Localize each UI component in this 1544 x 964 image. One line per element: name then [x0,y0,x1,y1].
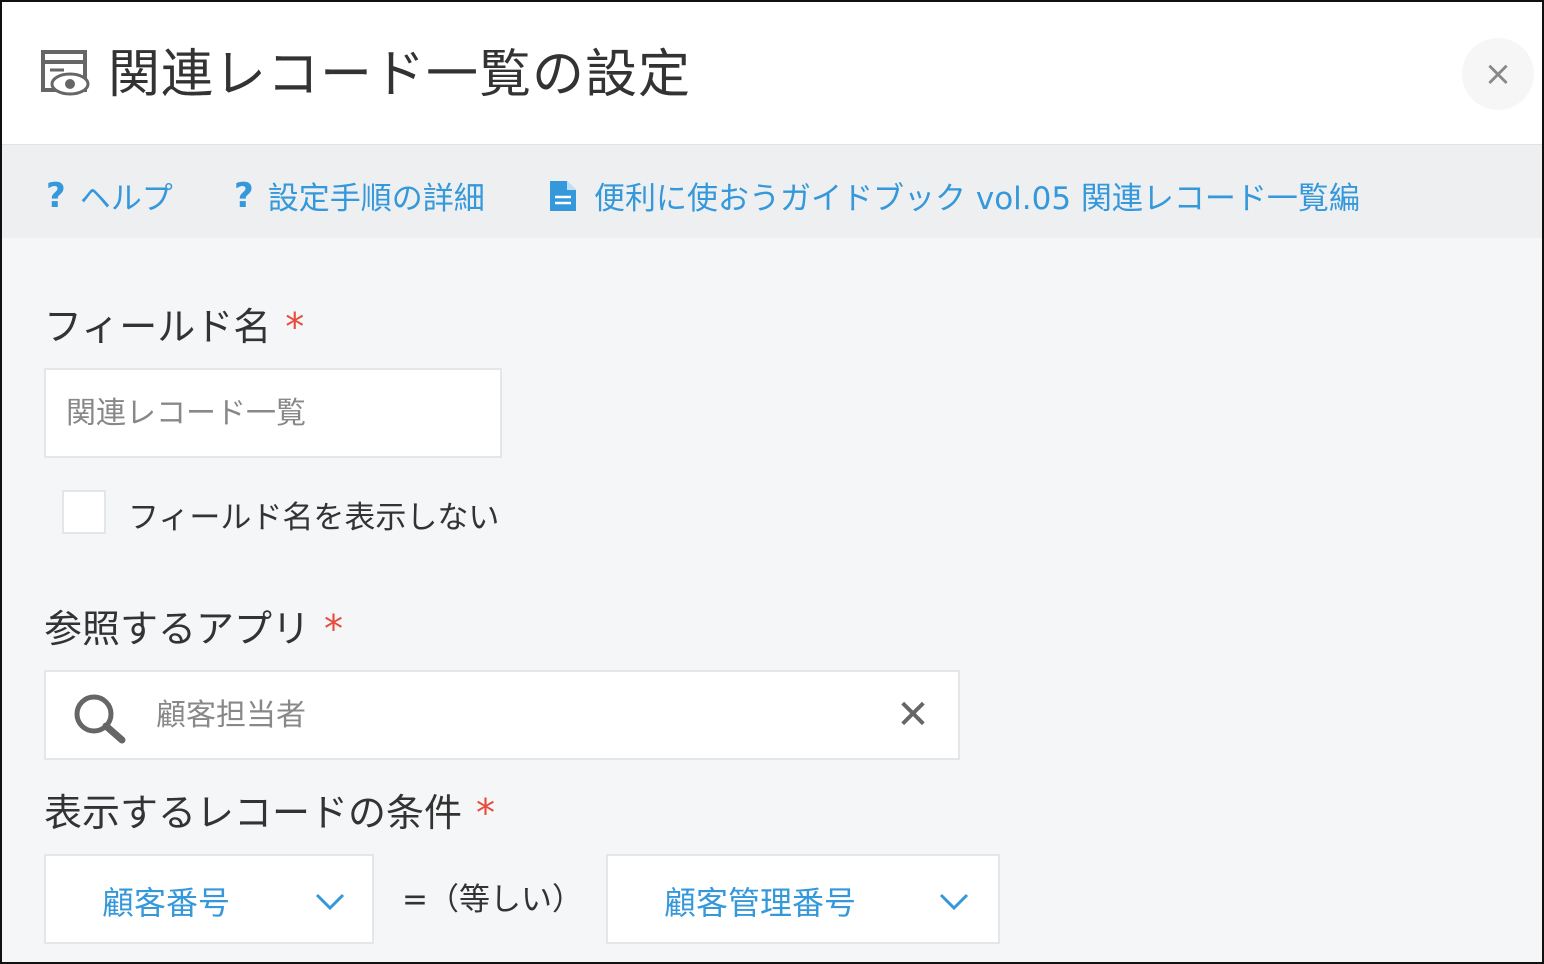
required-mark: * [285,305,305,349]
field-name-input[interactable] [46,370,500,456]
condition-operator: =（等しい） [402,882,583,918]
dialog-header: 関連レコード一覧の設定 × [2,2,1542,145]
help-link[interactable]: ? ヘルプ [46,173,173,218]
condition-label-text: 表示するレコードの条件 [44,791,463,835]
guidebook-link[interactable]: 便利に使おうガイドブック vol.05 関連レコード一覧編 [548,173,1360,218]
chevron-down-icon [315,893,345,911]
field-name-label: フィールド名 * [44,296,304,351]
clear-icon[interactable]: ✕ [896,690,930,740]
hide-field-name-checkbox[interactable] [62,490,106,534]
field-name-label-text: フィールド名 [44,305,272,349]
app-search-input[interactable] [46,672,958,758]
required-mark: * [476,791,496,835]
condition-label: 表示するレコードの条件 * [44,782,495,837]
required-mark: * [324,607,344,651]
question-icon: ? [46,175,66,216]
related-field-select[interactable]: 顧客管理番号 [606,854,1000,944]
document-icon [550,180,576,211]
app-label-text: 参照するアプリ [44,607,311,651]
setup-steps-link[interactable]: ? 設定手順の詳細 [234,173,485,218]
question-icon: ? [234,175,254,216]
related-records-settings-dialog: 関連レコード一覧の設定 × ? ヘルプ ? 設定手順の詳細 便利に使おうガイドブ… [0,0,1544,964]
chevron-down-icon [939,893,969,911]
guidebook-link-label: 便利に使おうガイドブック vol.05 関連レコード一覧編 [594,181,1360,217]
app-label: 参照するアプリ * [44,598,343,653]
condition-field-value: 顧客番号 [102,884,231,922]
close-icon: × [1483,54,1513,94]
condition-field-select[interactable]: 顧客番号 [44,854,374,944]
close-button[interactable]: × [1462,38,1534,110]
app-search-box: ✕ [44,670,960,760]
setup-steps-link-label: 設定手順の詳細 [267,181,485,217]
field-name-box [44,368,502,458]
dialog-title: 関連レコード一覧の設定 [108,45,692,105]
help-links-bar: ? ヘルプ ? 設定手順の詳細 便利に使おうガイドブック vol.05 関連レコ… [2,145,1542,238]
hide-field-name-label: フィールド名を表示しない [128,500,500,536]
related-field-value: 顧客管理番号 [664,884,857,922]
related-records-icon [41,50,90,96]
help-link-label: ヘルプ [79,181,173,217]
